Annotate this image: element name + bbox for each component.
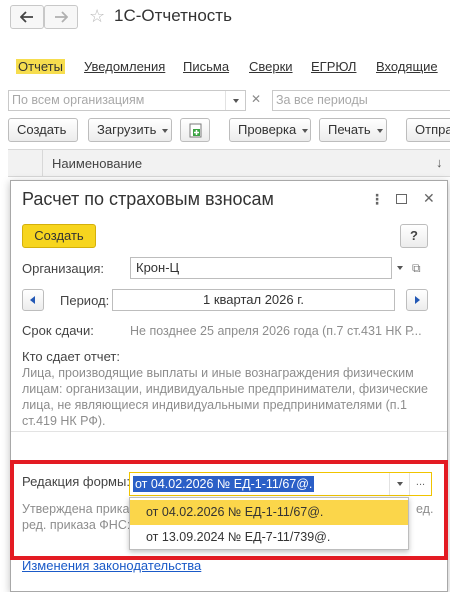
load-button-label: Загрузить — [97, 122, 157, 137]
back-button[interactable] — [10, 5, 44, 29]
organization-dropdown-icon[interactable] — [397, 266, 403, 270]
form-edition-selected-value: от 04.02.2026 № ЕД-1-11/67@. — [133, 476, 315, 492]
print-button[interactable]: Печать — [319, 118, 387, 142]
periods-filter[interactable]: За все периоды — [272, 90, 450, 111]
organizations-filter-text: По всем организациям — [12, 93, 145, 107]
check-button[interactable]: Проверка — [229, 118, 311, 142]
maximize-icon[interactable] — [396, 194, 407, 204]
dropdown-option-1[interactable]: от 04.02.2026 № ЕД-1-11/67@. — [130, 500, 408, 525]
send-button[interactable]: Отпра — [406, 118, 450, 142]
column-name-header[interactable]: Наименование — [52, 156, 142, 171]
dialog-title: Расчет по страховым взносам — [22, 189, 274, 209]
organization-label: Организация: — [22, 261, 105, 276]
load-button[interactable]: Загрузить — [88, 118, 172, 142]
print-button-label: Печать — [328, 122, 371, 137]
create-report-button[interactable]: Создать — [8, 118, 78, 142]
arrow-right-icon — [55, 11, 68, 23]
who-files-label: Кто сдает отчет: — [22, 349, 120, 364]
organizations-filter[interactable]: По всем организациям — [8, 90, 246, 111]
period-field[interactable]: 1 квартал 2026 г. — [112, 289, 395, 311]
chevron-down-icon — [162, 128, 169, 133]
chevron-down-icon — [376, 128, 383, 133]
star-icon[interactable]: ☆ — [89, 6, 105, 26]
help-button[interactable]: ? — [400, 224, 428, 248]
law-changes-link[interactable]: Изменения законодательства — [22, 558, 201, 573]
app-title: 1С-Отчетность — [114, 6, 232, 25]
form-edition-select[interactable]: от 04.02.2026 № ЕД-1-11/67@. ... — [129, 472, 432, 496]
form-edition-dropdown: от 04.02.2026 № ЕД-1-11/67@. от 13.09.20… — [129, 497, 409, 550]
tab-reports[interactable]: Отчеты — [16, 59, 65, 74]
period-prev-button[interactable] — [22, 289, 44, 311]
dropdown-option-2[interactable]: от 13.09.2024 № ЕД-7-11/739@. — [130, 525, 408, 550]
dropdown-icon[interactable] — [389, 473, 409, 495]
export-button[interactable] — [180, 118, 210, 142]
tab-egrul[interactable]: ЕГРЮЛ — [311, 59, 356, 74]
tab-reconciliations[interactable]: Сверки — [249, 59, 293, 74]
triangle-left-icon — [30, 296, 35, 304]
forward-button[interactable] — [44, 5, 78, 29]
period-label: Период: — [60, 293, 110, 308]
more-options-icon[interactable]: ⋮ — [370, 191, 384, 208]
tab-letters[interactable]: Письма — [183, 59, 229, 74]
organization-field[interactable]: Крон-Ц — [130, 257, 392, 279]
open-link-icon[interactable]: ⧉ — [412, 261, 421, 276]
tab-notifications[interactable]: Уведомления — [84, 59, 165, 74]
arrow-left-icon — [20, 11, 33, 23]
close-icon[interactable]: ✕ — [423, 190, 435, 207]
deadline-label: Срок сдачи: — [22, 323, 94, 338]
document-add-icon — [189, 123, 202, 138]
check-button-label: Проверка — [238, 122, 297, 137]
dropdown-icon[interactable] — [225, 91, 245, 110]
create-button[interactable]: Создать — [22, 224, 96, 248]
deadline-value: Не позднее 25 апреля 2026 года (п.7 ст.4… — [130, 324, 422, 338]
clear-icon[interactable]: ✕ — [251, 92, 261, 106]
period-next-button[interactable] — [406, 289, 428, 311]
tab-incoming[interactable]: Входящие — [376, 59, 438, 74]
who-files-text: Лица, производящие выплаты и иные вознаг… — [22, 366, 428, 428]
chevron-down-icon — [302, 128, 309, 133]
sort-arrow-icon[interactable]: ↓ — [436, 155, 443, 170]
periods-filter-text: За все периоды — [276, 93, 368, 107]
more-icon[interactable]: ... — [409, 473, 431, 495]
triangle-right-icon — [415, 296, 420, 304]
table-header: Наименование ↓ — [8, 149, 450, 177]
